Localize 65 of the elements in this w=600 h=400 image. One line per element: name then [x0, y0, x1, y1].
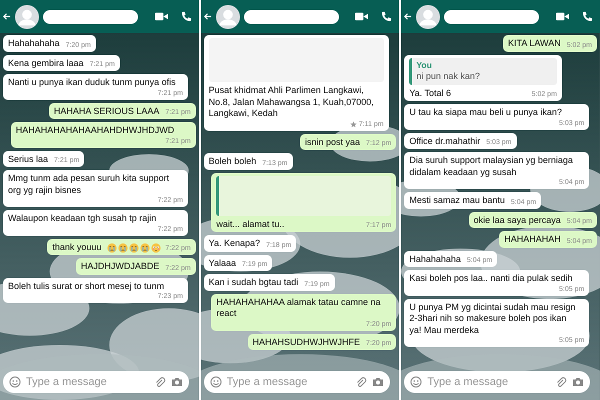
message-text: U tau ka siapa mau beli u punya ikan?: [409, 107, 562, 118]
message-text: Hahahahaha: [409, 254, 461, 265]
message-text: thank youuu: [52, 242, 102, 253]
message-text: Ya. Total 6: [409, 88, 452, 99]
video-call-icon[interactable]: [154, 11, 168, 22]
back-arrow-icon[interactable]: [403, 12, 412, 21]
crying-face-icon: [107, 243, 118, 253]
crying-face-icon: [140, 243, 150, 253]
avatar[interactable]: [416, 4, 440, 28]
avatar[interactable]: [216, 4, 240, 28]
paperclip-icon[interactable]: [555, 376, 568, 388]
back-arrow-icon[interactable]: [2, 12, 11, 21]
message-text: Pusat khidmat Ahli Parlimen Langkawi, No.8, Jalan Mahawangsa 1, Kuah,07000, Langkawi, Kedah: [208, 85, 375, 120]
message-text: isnin post yaa: [305, 136, 360, 148]
emoji-icon[interactable]: [210, 376, 222, 388]
crying-face-icon: [118, 243, 128, 253]
message-text: Office dr.mahathir: [409, 136, 480, 147]
message-text: wait... alamat tu..: [216, 218, 284, 230]
message-text: Boleh boleh: [208, 156, 256, 168]
emoji-icon[interactable]: [410, 376, 422, 388]
message-field[interactable]: Type a message: [404, 371, 590, 393]
message-text: Yalaaa: [208, 258, 236, 269]
message-text: HAHAHAHAHAA alamak tatau camne na react: [216, 296, 382, 320]
message-text: Serius laa: [8, 154, 48, 165]
phone-icon[interactable]: [581, 11, 594, 22]
message-input[interactable]: Type a message: [427, 376, 550, 388]
emoji-icon[interactable]: [9, 376, 21, 388]
message-text: Mesti samaz mau bantu: [409, 195, 505, 206]
camera-icon[interactable]: [372, 376, 384, 388]
message-input[interactable]: Type a message: [226, 376, 350, 388]
avatar[interactable]: [15, 4, 39, 28]
message-input[interactable]: Type a message: [26, 376, 149, 388]
message-field[interactable]: Type a message: [3, 371, 189, 393]
phone-icon[interactable]: [180, 11, 193, 22]
paperclip-icon[interactable]: [354, 376, 367, 388]
message-text: Hahahahaha: [8, 38, 60, 50]
message-text: HAHAHSUDHWJHWJHFE: [252, 336, 360, 348]
message-text: Walaupon keadaan tgh susah tp rajin: [8, 213, 156, 224]
camera-icon[interactable]: [171, 376, 183, 388]
quote-author: You: [416, 60, 433, 71]
message-text: Boleh tulis surat or short mesej to tunm: [8, 280, 164, 292]
message-text: KITA LAWAN: [508, 38, 561, 50]
message-text: Kasi boleh pos laa.. nanti dia pulak sedih: [409, 273, 572, 284]
paperclip-icon[interactable]: [154, 376, 166, 388]
quote-text: ni pun nak kan?: [416, 71, 481, 82]
message-text: HAHAHAHAH: [504, 234, 561, 246]
message-text: HAHAHA SERIOUS LAAA: [54, 106, 160, 117]
message-text: HAJDHJWDJABDE: [80, 261, 160, 272]
message-text: U punya PM yg dicintai sudah mau resign 2-3hari nih so makesure boleh pos ikan ya! Mau merdeka: [409, 302, 576, 336]
crying-face-icon: [129, 243, 140, 253]
back-arrow-icon[interactable]: [202, 12, 212, 21]
message-text: Mmg tunm ada pesan suruh kita support org yg rajin bisnes: [8, 173, 170, 196]
message-field[interactable]: Type a message: [204, 371, 390, 393]
message-text: HAHAHAHAHAHAAHAHDHWJHDJWD: [16, 125, 174, 136]
phone-icon[interactable]: [380, 11, 394, 22]
message-text: Kan i sudah bgtau tadi: [208, 277, 298, 288]
video-call-icon[interactable]: [355, 11, 368, 22]
message-text: okie laa saya percaya: [474, 214, 561, 226]
message-text: Nanti u punya ikan duduk tunm punya ofis: [8, 77, 176, 88]
message-text: Dia suruh support malaysian yg berniaga didalam keadaan yg susah: [409, 155, 574, 178]
video-call-icon[interactable]: [556, 11, 570, 22]
flushed-face-icon: [151, 243, 162, 253]
camera-icon[interactable]: [572, 376, 584, 388]
message-text: Ya. Kenapa?: [208, 238, 260, 250]
message-text: Kena gembira laaa: [8, 58, 84, 69]
